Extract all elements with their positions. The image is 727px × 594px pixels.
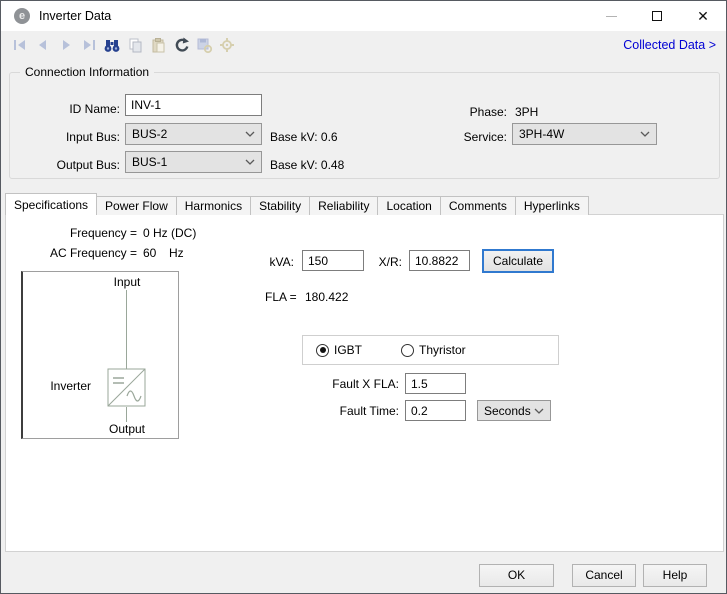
fla-label: FLA = bbox=[265, 287, 297, 308]
xr-input[interactable] bbox=[409, 250, 470, 271]
connection-group-title: Connection Information bbox=[20, 65, 154, 79]
id-name-input[interactable] bbox=[125, 94, 262, 116]
close-icon: ✕ bbox=[697, 9, 709, 23]
id-name-label: ID Name: bbox=[10, 98, 120, 120]
fault-time-unit-value: Seconds bbox=[484, 404, 531, 418]
chevron-down-icon bbox=[640, 131, 650, 137]
fault-x-fla-label: Fault X FLA: bbox=[286, 374, 399, 395]
chevron-down-icon bbox=[534, 408, 544, 414]
etap-logo-icon: e bbox=[14, 8, 30, 24]
phase-value: 3PH bbox=[515, 101, 538, 123]
tab-comments[interactable]: Comments bbox=[440, 196, 516, 215]
thyristor-radio[interactable] bbox=[401, 344, 414, 357]
titlebar: e Inverter Data ✕ bbox=[1, 1, 726, 31]
diagram-input-line bbox=[126, 290, 127, 369]
ac-frequency-label: AC Frequency = bbox=[6, 243, 137, 264]
inverter-diagram: Input Inverter Output bbox=[21, 271, 179, 439]
diagram-output-label: Output bbox=[97, 422, 157, 436]
maximize-button[interactable] bbox=[634, 1, 680, 31]
diagram-input-label: Input bbox=[97, 275, 157, 289]
output-bus-select[interactable]: BUS-1 bbox=[125, 151, 262, 173]
thyristor-radio-option[interactable]: Thyristor bbox=[401, 343, 466, 357]
minimize-icon bbox=[606, 16, 617, 17]
specifications-panel: Frequency = 0 Hz (DC) AC Frequency = 60 … bbox=[5, 214, 724, 552]
service-label: Service: bbox=[360, 126, 507, 148]
inverter-type-group: IGBT Thyristor bbox=[302, 335, 559, 365]
window-title: Inverter Data bbox=[39, 9, 111, 23]
refresh-icon[interactable] bbox=[172, 36, 190, 54]
tab-specifications[interactable]: Specifications bbox=[5, 193, 97, 215]
close-button[interactable]: ✕ bbox=[680, 1, 726, 31]
frequency-label: Frequency = bbox=[6, 223, 137, 244]
output-bus-value: BUS-1 bbox=[132, 155, 167, 169]
copy-icon bbox=[126, 36, 144, 54]
frequency-value: 0 Hz (DC) bbox=[143, 223, 196, 244]
input-bus-value: BUS-2 bbox=[132, 127, 167, 141]
settings-icon bbox=[218, 36, 236, 54]
diagram-output-line bbox=[126, 407, 127, 422]
fault-time-label: Fault Time: bbox=[286, 401, 399, 422]
tab-strip: Specifications Power Flow Harmonics Stab… bbox=[5, 193, 589, 215]
inverter-symbol-icon bbox=[107, 368, 147, 408]
phase-label: Phase: bbox=[360, 101, 507, 123]
paste-icon bbox=[149, 36, 167, 54]
service-select[interactable]: 3PH-4W bbox=[512, 123, 657, 145]
connection-information-group: Connection Information ID Name: Input Bu… bbox=[9, 72, 720, 179]
toolbar: Collected Data > bbox=[1, 31, 726, 59]
service-value: 3PH-4W bbox=[519, 127, 564, 141]
minimize-button bbox=[588, 1, 634, 31]
ac-frequency-unit: Hz bbox=[169, 243, 184, 264]
cancel-button[interactable]: Cancel bbox=[572, 564, 636, 587]
thyristor-radio-label: Thyristor bbox=[419, 343, 466, 357]
chevron-down-icon bbox=[245, 131, 255, 137]
last-record-icon bbox=[80, 36, 98, 54]
fault-time-unit-select[interactable]: Seconds bbox=[477, 400, 551, 421]
fault-time-input[interactable] bbox=[405, 400, 466, 421]
calculate-button[interactable]: Calculate bbox=[482, 249, 554, 273]
tab-hyperlinks[interactable]: Hyperlinks bbox=[515, 196, 589, 215]
previous-record-icon bbox=[34, 36, 52, 54]
ac-frequency-value: 60 bbox=[143, 243, 156, 264]
kva-label: kVA: bbox=[194, 252, 294, 273]
output-bus-base-kv: Base kV: 0.48 bbox=[270, 154, 344, 176]
igbt-radio-label: IGBT bbox=[334, 343, 362, 357]
igbt-radio-option[interactable]: IGBT bbox=[316, 343, 362, 357]
inverter-data-dialog: e Inverter Data ✕ bbox=[0, 0, 727, 594]
fla-value: 180.422 bbox=[305, 287, 348, 308]
fault-x-fla-input[interactable] bbox=[405, 373, 466, 394]
maximize-icon bbox=[652, 11, 662, 21]
input-bus-label: Input Bus: bbox=[10, 126, 120, 148]
window-controls: ✕ bbox=[588, 1, 726, 31]
help-button[interactable]: Help bbox=[643, 564, 707, 587]
tab-power-flow[interactable]: Power Flow bbox=[96, 196, 177, 215]
diagram-inverter-label: Inverter bbox=[23, 379, 91, 393]
collected-data-link[interactable]: Collected Data > bbox=[623, 38, 716, 52]
first-record-icon bbox=[11, 36, 29, 54]
xr-label: X/R: bbox=[306, 252, 402, 273]
output-bus-label: Output Bus: bbox=[10, 154, 120, 176]
input-bus-base-kv: Base kV: 0.6 bbox=[270, 126, 338, 148]
igbt-radio[interactable] bbox=[316, 344, 329, 357]
chevron-down-icon bbox=[245, 159, 255, 165]
tab-location[interactable]: Location bbox=[377, 196, 440, 215]
save-settings-icon bbox=[195, 36, 213, 54]
next-record-icon bbox=[57, 36, 75, 54]
tab-stability[interactable]: Stability bbox=[250, 196, 310, 215]
toolbar-icons bbox=[11, 36, 236, 54]
tab-harmonics[interactable]: Harmonics bbox=[176, 196, 251, 215]
tab-reliability[interactable]: Reliability bbox=[309, 196, 378, 215]
ok-button[interactable]: OK bbox=[479, 564, 554, 587]
find-icon[interactable] bbox=[103, 36, 121, 54]
input-bus-select[interactable]: BUS-2 bbox=[125, 123, 262, 145]
